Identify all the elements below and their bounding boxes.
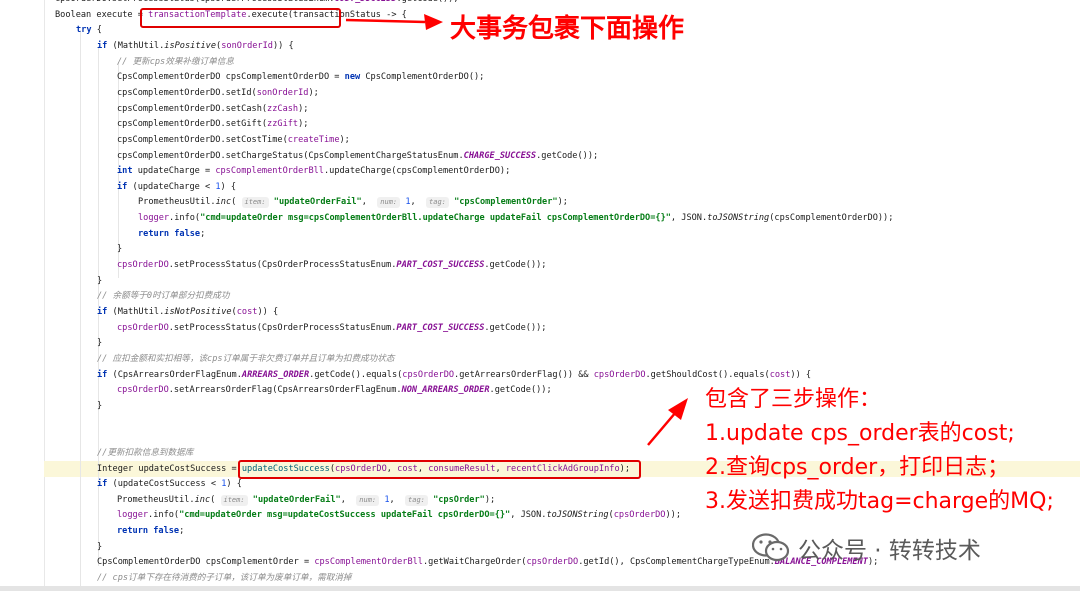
arrow-to-title: [345, 18, 426, 24]
step-item: 3.发送扣费成功tag=charge的MQ;: [705, 489, 1054, 514]
annotation-title: 大事务包裹下面操作: [450, 14, 685, 44]
watermark-text: 公众号 · 转转技术: [798, 538, 981, 564]
arrowhead-icon: [424, 14, 443, 30]
horizontal-scrollbar[interactable]: [0, 586, 1080, 591]
step-item: 2.查询cps_order，打印日志；: [705, 455, 1010, 480]
wechat-icon: [751, 533, 790, 563]
steps-heading: 包含了三步操作：: [705, 387, 882, 412]
annotation-steps: 包含了三步操作： 1.update cps_order表的cost; 2.查询c…: [705, 383, 1054, 519]
step-item: 1.update cps_order表的cost;: [705, 421, 1015, 446]
arrow-to-steps: [647, 411, 677, 446]
watermark: 公众号 · 转转技术: [751, 530, 981, 566]
